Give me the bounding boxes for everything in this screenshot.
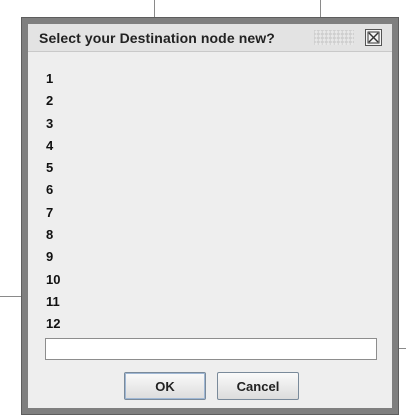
- list-item: 11: [46, 293, 60, 309]
- background-divider: [0, 296, 22, 297]
- dialog-title: Select your Destination node new?: [39, 30, 275, 46]
- background-divider: [320, 0, 321, 18]
- titlebar-grip: [314, 30, 354, 45]
- background-divider: [154, 0, 155, 18]
- list-item: 12: [46, 316, 61, 332]
- cancel-button[interactable]: Cancel: [217, 372, 299, 400]
- node-options-list: 1 2 3 4 5 6 7 8 9 10 11 12: [46, 68, 60, 336]
- list-item: 3: [46, 115, 54, 131]
- destination-node-input[interactable]: [45, 338, 377, 360]
- list-item: 9: [46, 249, 54, 265]
- background-divider: [398, 348, 406, 349]
- list-item: 6: [46, 182, 54, 198]
- list-item: 5: [46, 160, 54, 176]
- destination-node-dialog: Select your Destination node new? 1 2 3 …: [22, 18, 398, 414]
- close-icon[interactable]: [365, 29, 382, 46]
- dialog-titlebar[interactable]: Select your Destination node new?: [28, 24, 392, 52]
- ok-button[interactable]: OK: [124, 372, 206, 400]
- list-item: 2: [46, 93, 54, 109]
- list-item: 8: [46, 227, 54, 243]
- list-item: 4: [46, 137, 54, 153]
- list-item: 7: [46, 204, 54, 220]
- list-item: 10: [46, 271, 61, 287]
- list-item: 1: [46, 71, 54, 86]
